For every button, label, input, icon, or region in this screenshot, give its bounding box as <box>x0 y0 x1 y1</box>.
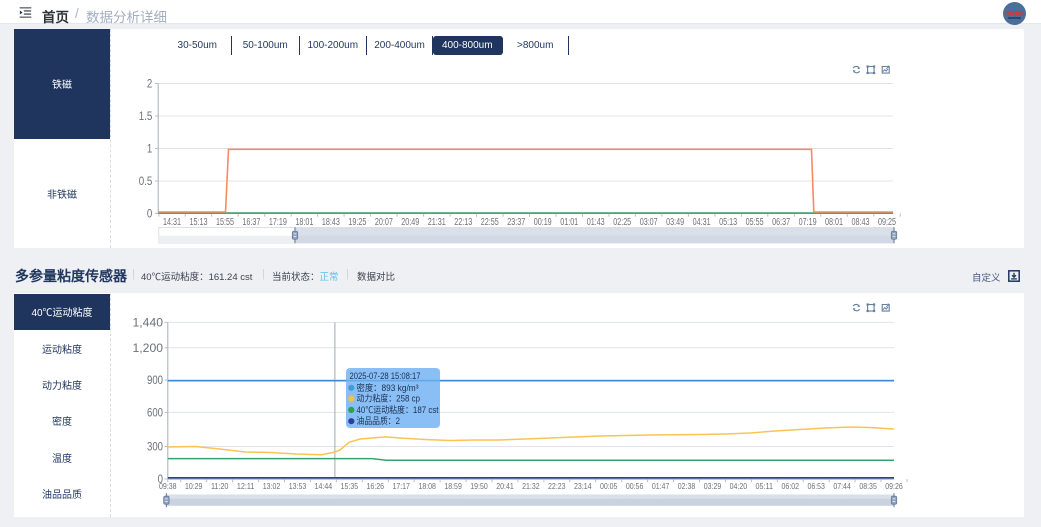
svg-text:07:19: 07:19 <box>799 217 817 228</box>
svg-text:17:17: 17:17 <box>392 482 410 491</box>
svg-text:00:19: 00:19 <box>534 217 552 228</box>
svg-text:2025-07-28 15:08:17: 2025-07-28 15:08:17 <box>350 371 421 381</box>
svg-text:04:20: 04:20 <box>730 482 748 491</box>
svg-text:20:41: 20:41 <box>496 482 514 491</box>
svg-text:1,200: 1,200 <box>133 341 164 355</box>
svg-text:16:26: 16:26 <box>367 482 385 491</box>
svg-text:23:37: 23:37 <box>507 217 525 228</box>
svg-text:22:13: 22:13 <box>454 217 472 228</box>
svg-text:20:49: 20:49 <box>401 217 419 228</box>
svg-text:03:49: 03:49 <box>666 217 684 228</box>
svg-text:13:02: 13:02 <box>263 482 281 491</box>
svg-text:300: 300 <box>147 440 163 454</box>
svg-text:00:05: 00:05 <box>600 482 618 491</box>
svg-text:21:31: 21:31 <box>428 217 446 228</box>
svg-text:01:47: 01:47 <box>652 482 670 491</box>
svg-text:22:23: 22:23 <box>548 482 566 491</box>
svg-text:08:35: 08:35 <box>859 482 877 491</box>
svg-text:15:13: 15:13 <box>190 217 208 228</box>
svg-text:13:53: 13:53 <box>289 482 307 491</box>
svg-text:05:13: 05:13 <box>719 217 737 228</box>
svg-text:600: 600 <box>147 405 163 419</box>
svg-text:1: 1 <box>147 142 153 156</box>
svg-text:900: 900 <box>147 373 163 387</box>
svg-text:00:56: 00:56 <box>626 482 644 491</box>
svg-text:2: 2 <box>147 77 153 91</box>
svg-text:18:43: 18:43 <box>322 217 340 228</box>
svg-text:08:01: 08:01 <box>825 217 843 228</box>
svg-text:02:25: 02:25 <box>613 217 631 228</box>
svg-text:40℃运动粘度：187 cst: 40℃运动粘度：187 cst <box>357 404 439 415</box>
svg-text:油品品质：2: 油品品质：2 <box>357 415 401 426</box>
svg-text:03:29: 03:29 <box>704 482 722 491</box>
svg-text:09:26: 09:26 <box>885 482 903 491</box>
svg-text:04:31: 04:31 <box>693 217 711 228</box>
svg-text:20:07: 20:07 <box>375 217 393 228</box>
svg-text:01:43: 01:43 <box>587 217 605 228</box>
svg-text:03:07: 03:07 <box>640 217 658 228</box>
svg-text:0.5: 0.5 <box>139 174 153 188</box>
svg-text:09:25: 09:25 <box>878 217 896 228</box>
svg-text:09:38: 09:38 <box>159 482 177 491</box>
svg-text:0: 0 <box>147 207 153 221</box>
svg-text:02:38: 02:38 <box>678 482 696 491</box>
svg-text:14:31: 14:31 <box>163 217 181 228</box>
svg-text:密度：893 kg/m³: 密度：893 kg/m³ <box>357 382 419 393</box>
svg-text:12:11: 12:11 <box>237 482 255 491</box>
svg-text:17:19: 17:19 <box>269 217 287 228</box>
svg-text:inzoc: inzoc <box>1005 9 1024 18</box>
svg-text:15:55: 15:55 <box>216 217 234 228</box>
svg-text:14:44: 14:44 <box>315 482 333 491</box>
svg-text:05:11: 05:11 <box>756 482 774 491</box>
svg-text:08:43: 08:43 <box>852 217 870 228</box>
svg-text:22:55: 22:55 <box>481 217 499 228</box>
svg-text:23:14: 23:14 <box>574 482 592 491</box>
svg-text:06:02: 06:02 <box>782 482 800 491</box>
svg-text:06:53: 06:53 <box>807 482 825 491</box>
svg-text:18:08: 18:08 <box>418 482 436 491</box>
svg-text:1.5: 1.5 <box>139 109 153 123</box>
svg-text:01:01: 01:01 <box>560 217 578 228</box>
svg-text:21:32: 21:32 <box>522 482 540 491</box>
svg-text:10:29: 10:29 <box>185 482 203 491</box>
svg-text:1,440: 1,440 <box>133 315 164 329</box>
svg-text:19:25: 19:25 <box>348 217 366 228</box>
svg-text:19:50: 19:50 <box>470 482 488 491</box>
svg-text:07:44: 07:44 <box>833 482 851 491</box>
svg-text:05:55: 05:55 <box>746 217 764 228</box>
svg-text:06:37: 06:37 <box>772 217 790 228</box>
svg-text:18:59: 18:59 <box>444 482 462 491</box>
svg-text:18:01: 18:01 <box>295 217 313 228</box>
svg-text:动力粘度：258 cp: 动力粘度：258 cp <box>357 393 421 404</box>
svg-text:16:37: 16:37 <box>242 217 260 228</box>
svg-text:15:35: 15:35 <box>341 482 359 491</box>
svg-text:11:20: 11:20 <box>211 482 229 491</box>
